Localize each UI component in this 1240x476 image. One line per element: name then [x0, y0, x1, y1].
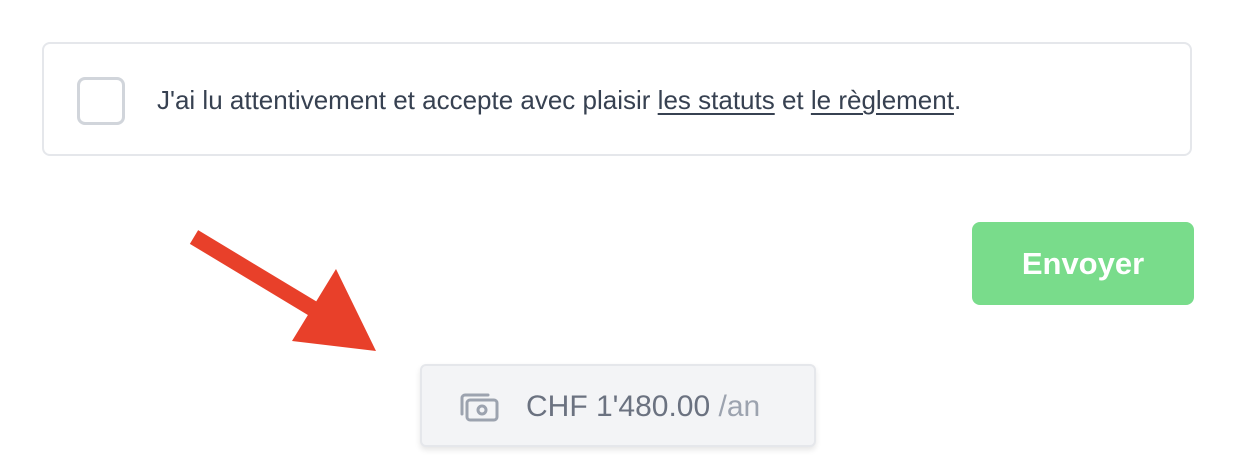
price-amount: CHF 1'480.00 [526, 390, 711, 423]
price-text: CHF 1'480.00 /an [526, 390, 760, 424]
statuts-link[interactable]: les statuts [658, 85, 775, 115]
terms-consent-box: J'ai lu attentivement et accepte avec pl… [42, 42, 1192, 156]
red-arrow-icon [189, 230, 376, 351]
consent-text-before: J'ai lu attentivement et accepte avec pl… [157, 85, 658, 115]
price-unit: /an [710, 390, 761, 423]
terms-checkbox[interactable] [77, 77, 125, 125]
consent-text-middle: et [774, 85, 811, 115]
cash-icon [460, 393, 499, 422]
consent-text-after: . [953, 85, 962, 115]
terms-consent-text: J'ai lu attentivement et accepte avec pl… [157, 84, 961, 116]
submit-button[interactable]: Envoyer [972, 222, 1194, 305]
price-badge: CHF 1'480.00 /an [420, 364, 816, 447]
reglement-link[interactable]: le règlement [811, 85, 954, 115]
